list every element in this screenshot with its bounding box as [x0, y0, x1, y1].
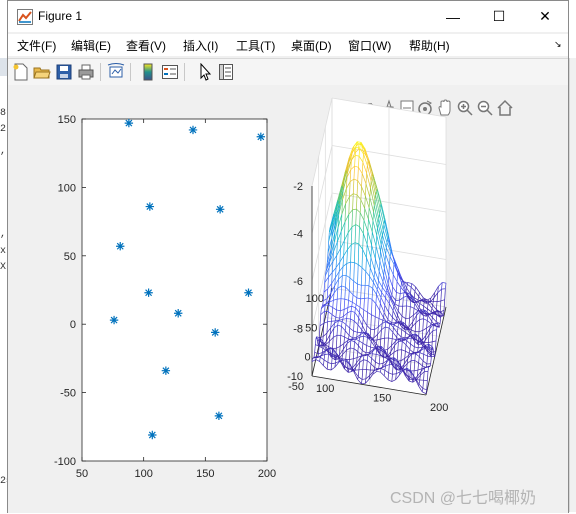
- background-toolbar-strip: [0, 58, 7, 76]
- property-inspector-icon[interactable]: [217, 63, 235, 81]
- toolbar-separator: [100, 63, 101, 81]
- zoom-out-icon[interactable]: [476, 99, 494, 117]
- rotate-3d-icon[interactable]: [416, 99, 434, 117]
- brush-icon[interactable]: [380, 99, 398, 117]
- open-file-icon[interactable]: [33, 63, 51, 81]
- menu-view[interactable]: 查看(V): [126, 37, 166, 54]
- menu-window[interactable]: 窗口(W): [348, 37, 391, 54]
- colorbar-icon[interactable]: [139, 63, 157, 81]
- menu-desktop[interactable]: 桌面(D): [291, 37, 332, 54]
- legend-icon[interactable]: [161, 63, 179, 81]
- background-scrollbar[interactable]: [569, 58, 576, 512]
- menu-edit[interactable]: 编辑(E): [71, 37, 111, 54]
- window-title: Figure 1: [38, 9, 83, 23]
- menu-file[interactable]: 文件(F): [17, 37, 56, 54]
- title-bar[interactable]: Figure 1 — ☐ ✕: [8, 1, 568, 32]
- menu-help[interactable]: 帮助(H): [409, 37, 450, 54]
- maximize-button[interactable]: ☐: [476, 1, 522, 32]
- toolbar-separator: [130, 63, 131, 81]
- minimize-button[interactable]: —: [430, 1, 476, 32]
- plot-area: [8, 85, 568, 513]
- export-icon[interactable]: [360, 99, 378, 117]
- zoom-in-icon[interactable]: [456, 99, 474, 117]
- new-figure-icon[interactable]: [12, 63, 30, 81]
- menu-tools[interactable]: 工具(T): [236, 37, 275, 54]
- menu-bar: 文件(F) 编辑(E) 查看(V) 插入(I) 工具(T) 桌面(D) 窗口(W…: [8, 34, 568, 56]
- maximize-icon: ☐: [492, 8, 506, 24]
- close-button[interactable]: ✕: [522, 1, 568, 32]
- save-icon[interactable]: [55, 63, 73, 81]
- watermark: CSDN @七七喝椰奶: [390, 490, 537, 507]
- minimize-icon: —: [446, 8, 460, 25]
- close-icon: ✕: [539, 8, 551, 24]
- pan-icon[interactable]: [436, 99, 454, 117]
- link-plot-icon[interactable]: [107, 63, 125, 81]
- matlab-app-icon: [17, 9, 33, 25]
- data-tips-icon[interactable]: [398, 99, 416, 117]
- figure-toolbar: [8, 58, 568, 86]
- menu-overflow-icon[interactable]: ↘: [554, 39, 562, 50]
- print-icon[interactable]: [77, 63, 95, 81]
- edit-plot-arrow-icon[interactable]: [196, 63, 214, 81]
- toolbar-separator: [184, 63, 185, 81]
- figure-window: Figure 1 — ☐ ✕ 文件(F) 编辑(E) 查看(V) 插入(I) 工…: [7, 0, 569, 513]
- menu-insert[interactable]: 插入(I): [183, 37, 218, 54]
- home-icon[interactable]: [496, 99, 514, 117]
